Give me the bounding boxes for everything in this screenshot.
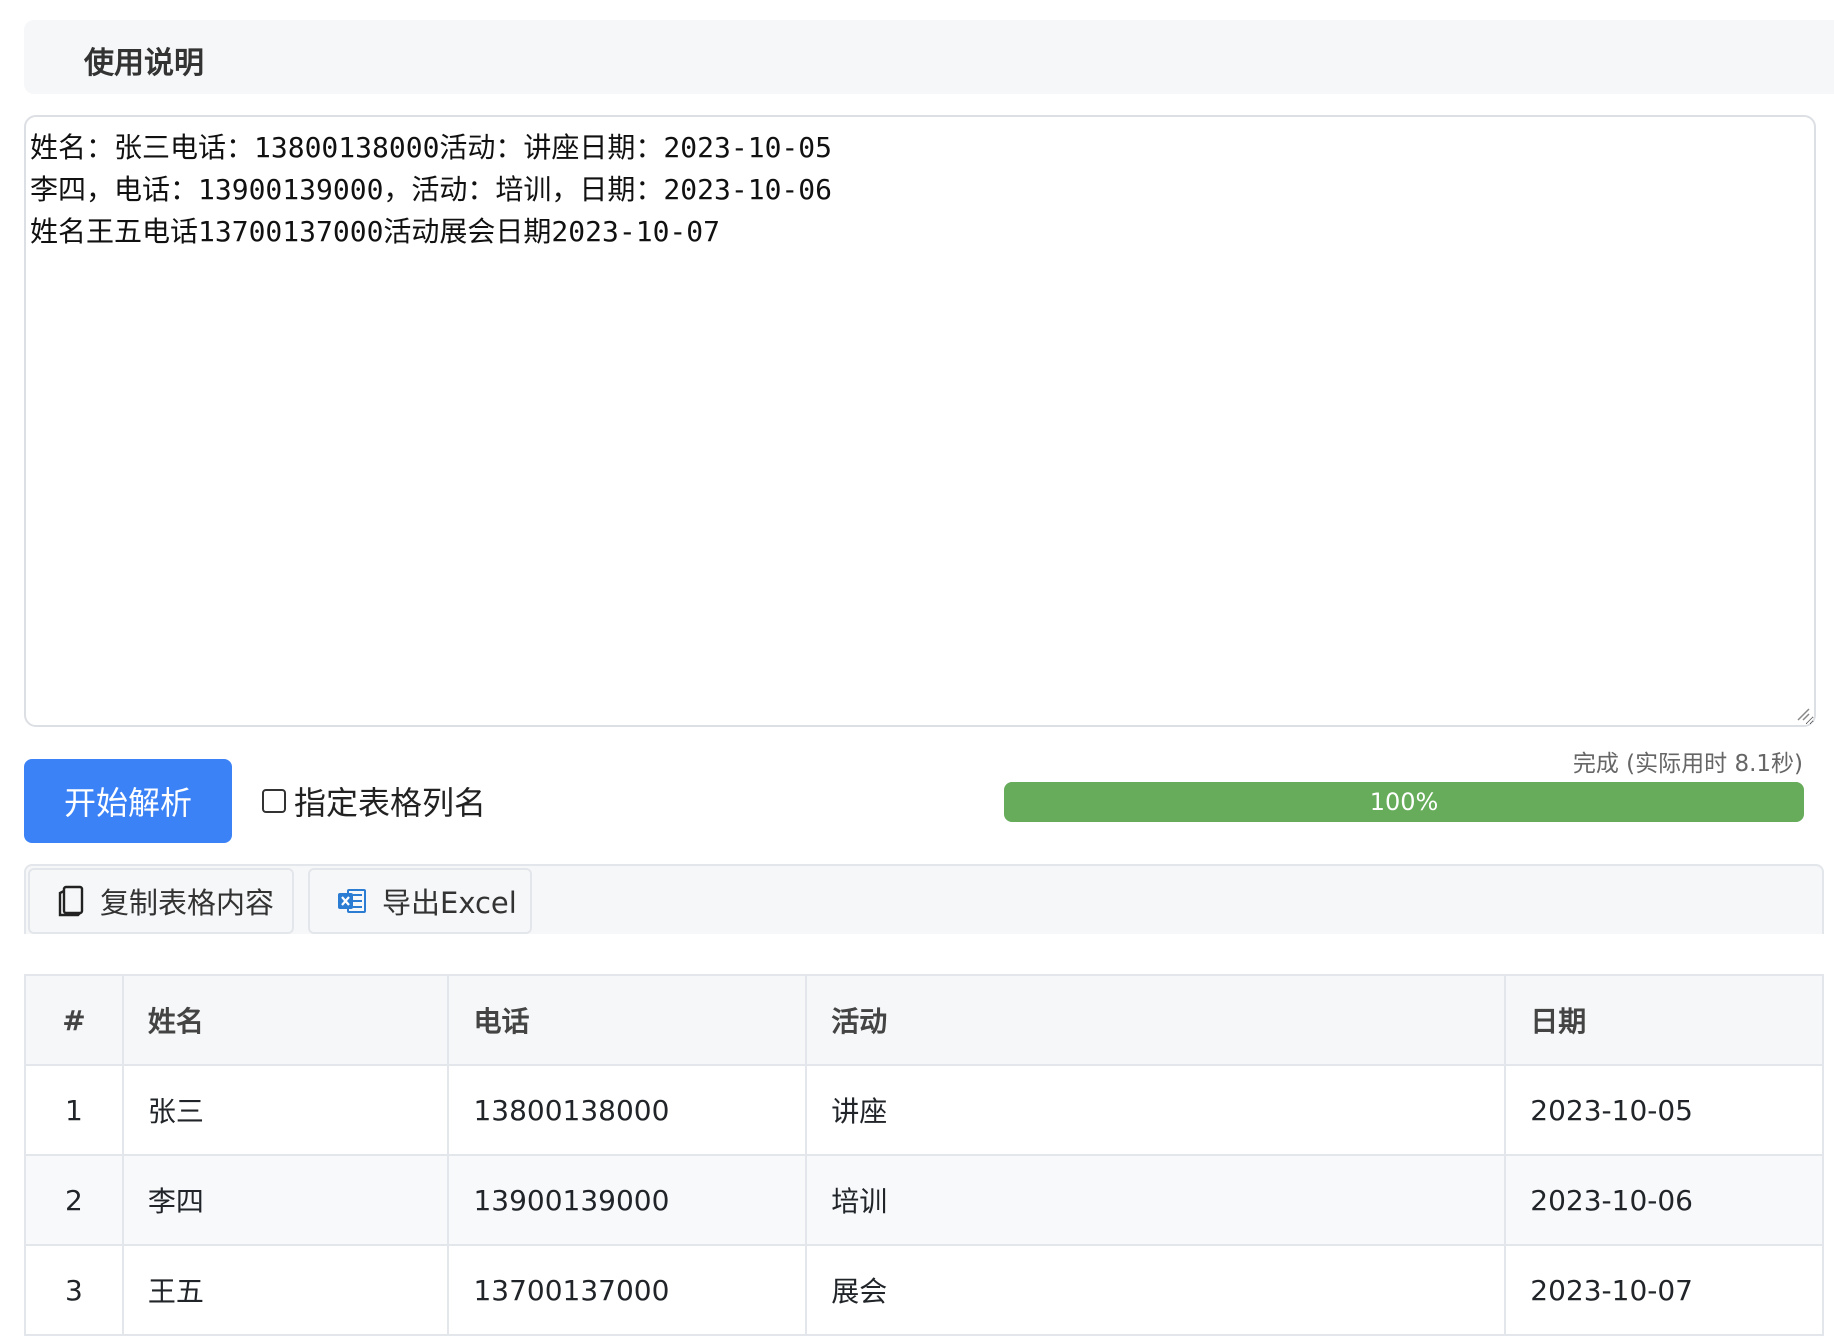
copy-icon	[58, 885, 84, 917]
excel-icon	[338, 889, 366, 913]
table-toolbar: 复制表格内容 导出Excel	[24, 864, 1824, 934]
cell-activity: 展会	[805, 1244, 1507, 1336]
export-excel-button[interactable]: 导出Excel	[308, 868, 532, 934]
cell-name: 王五	[121, 1244, 450, 1336]
progress-label: 100%	[1369, 788, 1439, 816]
header-index: #	[24, 974, 124, 1066]
table-row: 3 王五 13700137000 展会 2023-10-07	[24, 1244, 1824, 1336]
result-table: # 姓名 电话 活动 日期 1 张三 13800138000 讲座 2023-1…	[24, 974, 1824, 1336]
header-phone: 电话	[447, 974, 808, 1066]
table-row: 1 张三 13800138000 讲座 2023-10-05	[24, 1064, 1824, 1156]
row-index: 1	[24, 1064, 124, 1156]
cell-phone: 13800138000	[447, 1064, 808, 1156]
progress-bar: 100%	[1004, 782, 1804, 822]
header-activity: 活动	[805, 974, 1507, 1066]
column-name-label: 指定表格列名	[294, 784, 487, 822]
resize-grip-icon[interactable]	[1796, 707, 1810, 721]
cell-date: 2023-10-06	[1504, 1154, 1824, 1246]
table-header-row: # 姓名 电话 活动 日期	[24, 974, 1824, 1066]
copy-table-button[interactable]: 复制表格内容	[28, 868, 294, 934]
copy-table-label: 复制表格内容	[100, 886, 275, 920]
column-name-option[interactable]: 指定表格列名	[262, 778, 486, 824]
row-index: 3	[24, 1244, 124, 1336]
table-row: 2 李四 13900139000 培训 2023-10-06	[24, 1154, 1824, 1246]
cell-name: 李四	[121, 1154, 450, 1246]
cell-date: 2023-10-05	[1504, 1064, 1824, 1156]
column-name-checkbox[interactable]	[262, 789, 286, 813]
cell-date: 2023-10-07	[1504, 1244, 1824, 1336]
usage-instructions-bar[interactable]: 使用说明	[24, 20, 1834, 94]
export-excel-label: 导出Excel	[382, 886, 517, 920]
row-index: 2	[24, 1154, 124, 1246]
status-text: 完成 (实际用时 8.1秒)	[1572, 751, 1803, 777]
cell-activity: 讲座	[805, 1064, 1507, 1156]
input-textarea[interactable]: 姓名：张三电话：13800138000活动：讲座日期：2023-10-05 李四…	[24, 115, 1816, 727]
cell-phone: 13700137000	[447, 1244, 808, 1336]
header-name: 姓名	[121, 974, 450, 1066]
usage-instructions-title[interactable]: 使用说明	[84, 38, 204, 82]
start-parse-button[interactable]: 开始解析	[24, 759, 232, 843]
cell-activity: 培训	[805, 1154, 1507, 1246]
header-date: 日期	[1504, 974, 1824, 1066]
cell-name: 张三	[121, 1064, 450, 1156]
cell-phone: 13900139000	[447, 1154, 808, 1246]
